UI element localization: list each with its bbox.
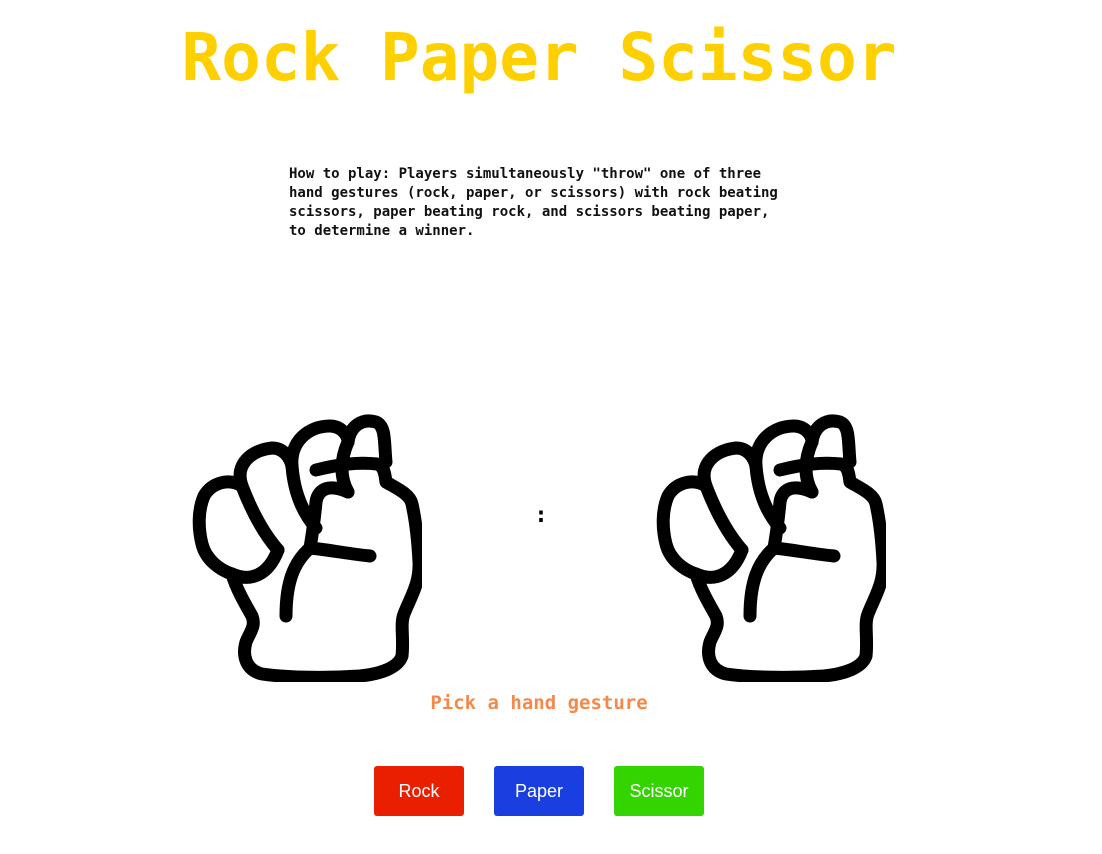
rock-button[interactable]: Rock (374, 766, 464, 816)
how-to-play-text: How to play: Players simultaneously "thr… (289, 166, 778, 239)
score-separator: : (534, 503, 548, 528)
status-message: Pick a hand gesture (430, 692, 648, 714)
player-hand-fist-icon (190, 412, 422, 682)
page-title: Rock Paper Scissor (181, 19, 897, 96)
paper-button[interactable]: Paper (494, 766, 584, 816)
scissor-button[interactable]: Scissor (614, 766, 704, 816)
computer-hand-fist-icon (654, 412, 886, 682)
